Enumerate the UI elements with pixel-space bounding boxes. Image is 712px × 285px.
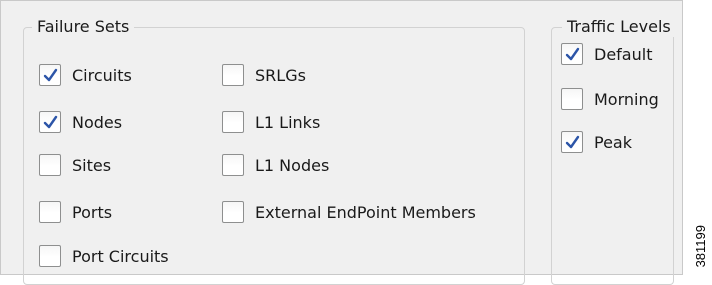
failure-sets-title: Failure Sets (32, 17, 135, 37)
checkbox-l1-nodes-box[interactable] (222, 154, 244, 176)
checkbox-morning-label: Morning (594, 90, 659, 109)
checkbox-peak-box[interactable] (561, 131, 583, 153)
checkbox-ports-label: Ports (72, 203, 113, 222)
checkbox-l1-links-box[interactable] (222, 111, 244, 133)
checkbox-l1-nodes-label: L1 Nodes (255, 156, 330, 175)
checkbox-circuits-box[interactable] (39, 64, 61, 86)
checkbox-l1-links-label: L1 Links (255, 113, 321, 132)
checkmark-icon (565, 135, 580, 149)
checkbox-default-label: Default (594, 45, 653, 64)
checkbox-port-circuits-box[interactable] (39, 245, 61, 267)
traffic-levels-title: Traffic Levels (562, 17, 676, 37)
checkbox-nodes-label: Nodes (72, 113, 123, 132)
checkbox-external-endpoint-members-label: External EndPoint Members (255, 203, 476, 222)
checkbox-external-endpoint-members-box[interactable] (222, 201, 244, 223)
checkbox-srlgs-box[interactable] (222, 64, 244, 86)
checkmark-icon (43, 68, 58, 82)
checkmark-icon (565, 47, 580, 61)
figure-number: 381199 (693, 224, 708, 267)
checkbox-ports-box[interactable] (39, 201, 61, 223)
checkbox-morning-box[interactable] (561, 88, 583, 110)
checkbox-circuits-label: Circuits (72, 66, 132, 85)
checkbox-peak-label: Peak (594, 133, 632, 152)
checkbox-default-box[interactable] (561, 43, 583, 65)
checkbox-srlgs-label: SRLGs (255, 66, 306, 85)
checkbox-nodes-box[interactable] (39, 111, 61, 133)
checkbox-sites-label: Sites (72, 156, 112, 175)
checkbox-sites-box[interactable] (39, 154, 61, 176)
checkbox-port-circuits-label: Port Circuits (72, 247, 169, 266)
checkmark-icon (43, 115, 58, 129)
